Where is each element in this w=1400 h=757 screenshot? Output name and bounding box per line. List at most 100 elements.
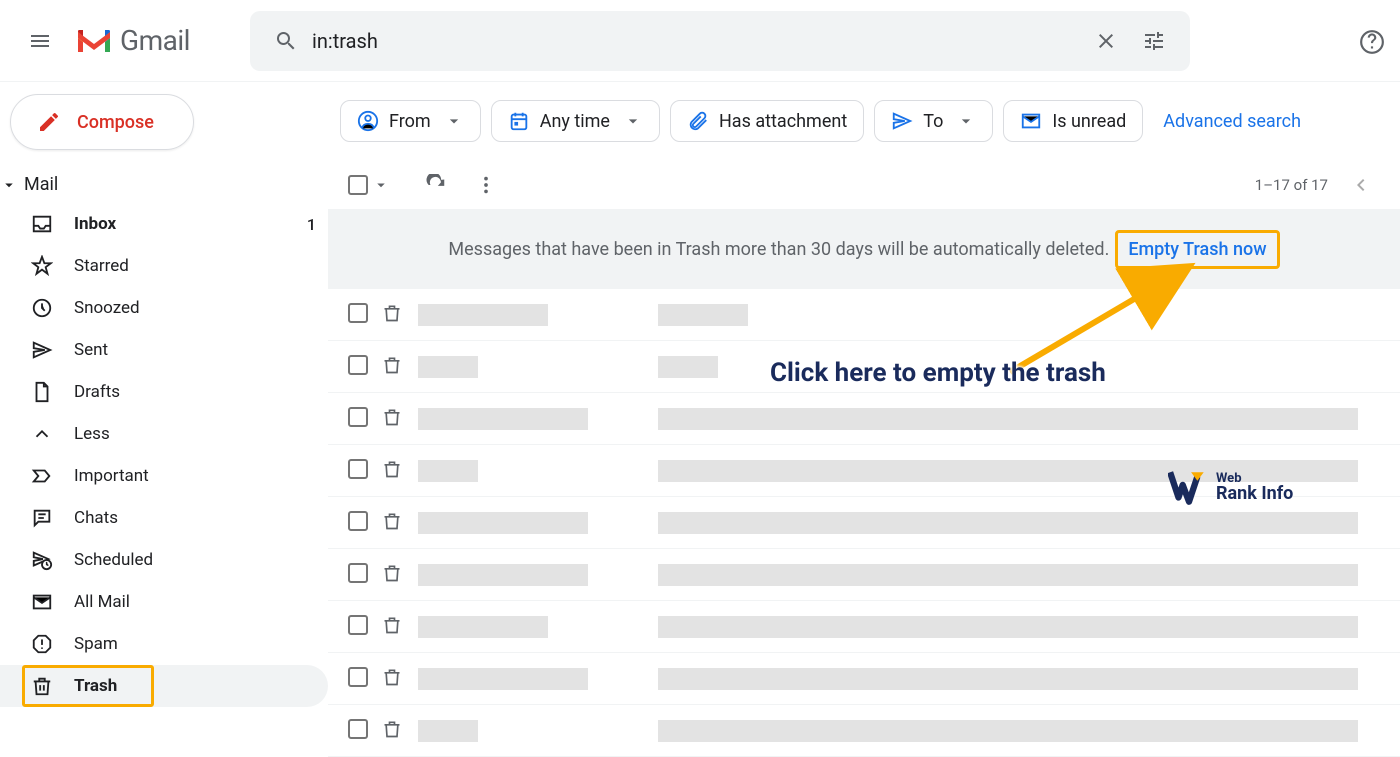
hamburger-icon — [28, 29, 52, 53]
sidebar-item-trash[interactable]: Trash — [0, 665, 328, 707]
sidebar-item-drafts[interactable]: Drafts — [0, 371, 328, 413]
sidebar-item-scheduled[interactable]: Scheduled — [0, 539, 328, 581]
nav-label: Important — [74, 466, 149, 486]
trash-icon — [382, 719, 402, 739]
more-button[interactable] — [464, 163, 508, 207]
redacted-content — [658, 720, 1358, 742]
advanced-search-link[interactable]: Advanced search — [1163, 111, 1301, 132]
close-icon — [1094, 29, 1118, 53]
chip-from[interactable]: From — [340, 100, 481, 142]
filter-chips-row: From Any time Has attachment To Is unrea… — [328, 82, 1400, 160]
chip-to[interactable]: To — [874, 100, 993, 142]
chat-icon — [31, 507, 53, 529]
redacted-content — [658, 512, 1358, 534]
sidebar-item-starred[interactable]: Starred — [0, 245, 328, 287]
sidebar-item-inbox[interactable]: Inbox 1 — [0, 203, 328, 245]
trash-banner: Messages that have been in Trash more th… — [328, 210, 1400, 289]
redacted-content — [658, 668, 1358, 690]
chip-any-time[interactable]: Any time — [491, 100, 660, 142]
search-options-button[interactable] — [1130, 17, 1178, 65]
redacted-content — [658, 356, 718, 378]
redacted-content — [658, 304, 748, 326]
nav-label: Chats — [74, 508, 118, 528]
mail-section-label: Mail — [24, 174, 58, 195]
refresh-icon — [425, 174, 447, 196]
main-menu-button[interactable] — [16, 17, 64, 65]
search-input[interactable] — [310, 28, 1082, 54]
pencil-icon — [37, 110, 61, 134]
sidebar-item-chats[interactable]: Chats — [0, 497, 328, 539]
compose-button[interactable]: Compose — [10, 94, 194, 150]
pagination-info: 1–17 of 17 — [1255, 176, 1328, 194]
trash-icon — [382, 407, 402, 427]
tune-icon — [1142, 29, 1166, 53]
person-icon — [357, 110, 379, 132]
redacted-content — [658, 408, 1358, 430]
search-bar — [250, 11, 1190, 71]
email-row[interactable] — [328, 549, 1400, 601]
sidebar: Compose Mail Inbox 1 Starred Snoozed Sen… — [0, 82, 328, 757]
redacted-content — [418, 564, 588, 586]
redacted-content — [418, 356, 478, 378]
trash-icon — [382, 667, 402, 687]
email-row[interactable] — [328, 601, 1400, 653]
checkbox-icon[interactable] — [348, 407, 368, 427]
sidebar-item-important[interactable]: Important — [0, 455, 328, 497]
checkbox-icon[interactable] — [348, 511, 368, 531]
email-row[interactable] — [328, 445, 1400, 497]
checkbox-icon[interactable] — [348, 615, 368, 635]
redacted-content — [658, 460, 1358, 482]
redacted-content — [658, 616, 1358, 638]
send-icon — [31, 339, 53, 361]
email-row[interactable] — [328, 497, 1400, 549]
chip-has-attachment[interactable]: Has attachment — [670, 100, 864, 142]
checkbox-icon[interactable] — [348, 355, 368, 375]
checkbox-icon[interactable] — [348, 459, 368, 479]
checkbox-icon[interactable] — [348, 303, 368, 323]
help-button[interactable] — [1352, 22, 1392, 62]
select-all-checkbox[interactable] — [348, 175, 390, 195]
sidebar-item-snoozed[interactable]: Snoozed — [0, 287, 328, 329]
checkbox-icon[interactable] — [348, 667, 368, 687]
email-row[interactable] — [328, 341, 1400, 393]
nav-label: Inbox — [74, 214, 116, 234]
calendar-icon — [508, 110, 530, 132]
mail-icon — [31, 591, 53, 613]
redacted-content — [418, 304, 548, 326]
chip-label: Has attachment — [719, 111, 847, 132]
attachment-icon — [687, 110, 709, 132]
trash-icon — [382, 563, 402, 583]
more-vert-icon — [475, 174, 497, 196]
prev-page-button[interactable] — [1340, 165, 1380, 205]
caret-down-icon — [623, 111, 643, 131]
trash-icon — [382, 355, 402, 375]
search-button[interactable] — [262, 17, 310, 65]
nav-label: Trash — [74, 676, 117, 696]
checkbox-icon[interactable] — [348, 563, 368, 583]
refresh-button[interactable] — [414, 163, 458, 207]
chip-is-unread[interactable]: Is unread — [1003, 100, 1143, 142]
logo[interactable]: Gmail — [74, 24, 190, 57]
chip-label: Any time — [540, 111, 610, 132]
trash-icon — [382, 511, 402, 531]
clear-search-button[interactable] — [1082, 17, 1130, 65]
email-row[interactable] — [328, 705, 1400, 757]
sidebar-item-sent[interactable]: Sent — [0, 329, 328, 371]
email-row[interactable] — [328, 393, 1400, 445]
nav-label: All Mail — [74, 592, 130, 612]
clock-icon — [31, 297, 53, 319]
mail-section-header[interactable]: Mail — [0, 170, 328, 203]
sidebar-item-less[interactable]: Less — [0, 413, 328, 455]
redacted-content — [418, 408, 588, 430]
email-row[interactable] — [328, 653, 1400, 705]
trash-icon — [382, 615, 402, 635]
sidebar-item-spam[interactable]: Spam — [0, 623, 328, 665]
chip-label: To — [923, 111, 943, 132]
redacted-content — [418, 616, 548, 638]
send-to-icon — [891, 110, 913, 132]
inbox-icon — [31, 213, 53, 235]
sidebar-item-all-mail[interactable]: All Mail — [0, 581, 328, 623]
empty-trash-now-link[interactable]: Empty Trash now — [1115, 230, 1279, 269]
checkbox-icon[interactable] — [348, 719, 368, 739]
email-row[interactable] — [328, 289, 1400, 341]
